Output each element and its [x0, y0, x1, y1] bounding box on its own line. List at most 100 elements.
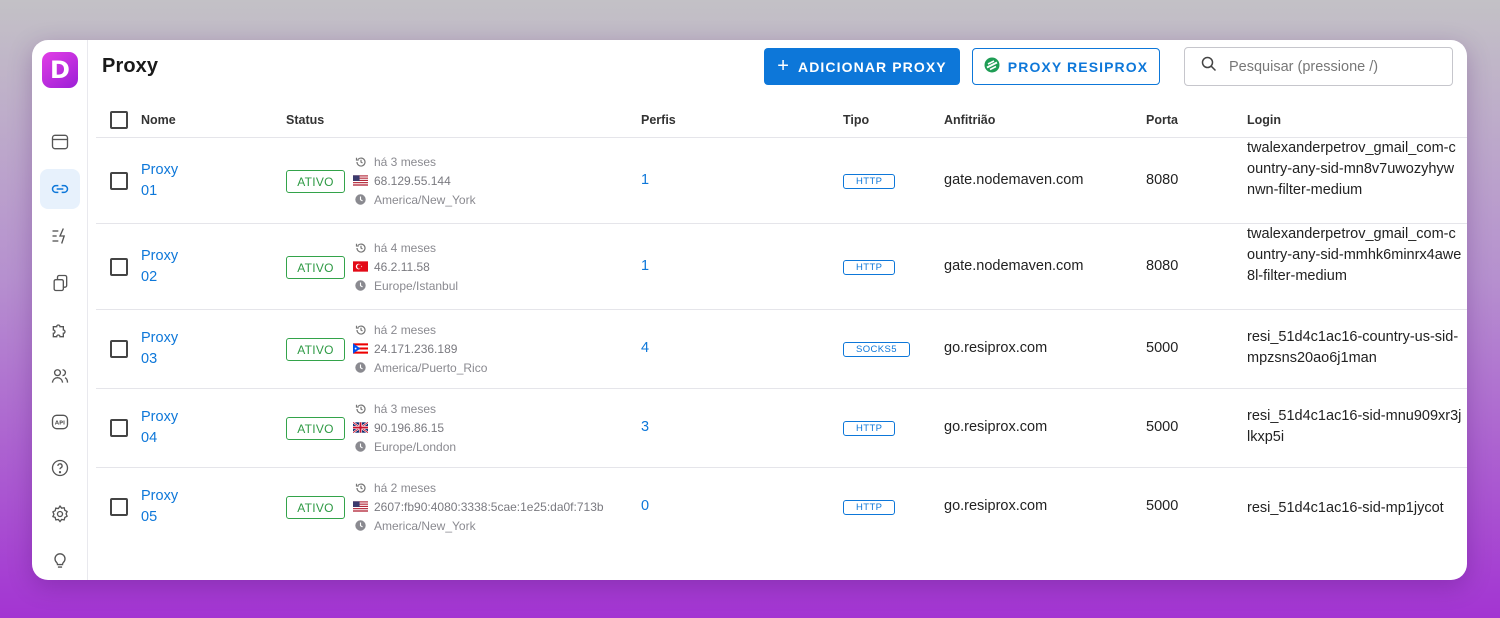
last-check-text: há 2 meses	[374, 322, 437, 337]
proxy-type-badge: SOCKS5	[843, 342, 910, 357]
row-checkbox[interactable]	[110, 258, 128, 276]
flag-us-icon	[353, 175, 368, 186]
search-box[interactable]	[1184, 47, 1453, 86]
login-text: resi_51d4c1ac16-sid-mnu909xr3jlkxp5i	[1247, 408, 1462, 445]
profiles-count-link[interactable]: 4	[641, 340, 649, 356]
clock-icon	[353, 441, 368, 452]
clock-icon	[353, 194, 368, 205]
proxy-name-link[interactable]: Proxy 03	[141, 328, 178, 370]
proxy-name-line2: 03	[141, 351, 158, 367]
proxy-name-link[interactable]: Proxy 01	[141, 160, 178, 202]
port-text: 5000	[1146, 498, 1179, 514]
row-checkbox[interactable]	[110, 172, 128, 190]
select-all-checkbox[interactable]	[110, 111, 128, 129]
status-badge: ATIVO	[286, 417, 345, 440]
host-text: gate.nodemaven.com	[944, 172, 1084, 188]
column-header-profiles[interactable]: Perfis	[641, 113, 676, 127]
app-window: D API Proxy + ADICIONAR PROXY PROXY RESI…	[32, 40, 1467, 580]
profiles-count-link[interactable]: 3	[641, 419, 649, 435]
nav-browser-profiles-icon[interactable]	[40, 122, 80, 162]
column-header-host[interactable]: Anfitrião	[944, 113, 995, 127]
app-logo[interactable]: D	[42, 52, 78, 88]
ip-address: 46.2.11.58	[374, 259, 430, 274]
nav-settings-icon[interactable]	[40, 494, 80, 534]
clock-icon	[353, 520, 368, 531]
proxy-name-line1: Proxy	[141, 409, 179, 425]
proxy-meta: há 3 meses 68.129.55.144 America/New_Yor…	[353, 152, 476, 209]
table-row[interactable]: Proxy 05 ATIVO há 2 meses 2607:fb90:4080…	[96, 468, 1467, 547]
resiprox-logo-icon	[984, 57, 1000, 76]
last-check-text: há 3 meses	[374, 401, 437, 416]
proxy-meta: há 4 meses 46.2.11.58 Europe/Istanbul	[353, 238, 458, 295]
host-text: gate.nodemaven.com	[944, 258, 1084, 274]
proxy-meta: há 2 meses 2607:fb90:4080:3338:5cae:1e25…	[353, 478, 604, 535]
proxy-name-line1: Proxy	[141, 248, 179, 264]
nav-puzzle-icon[interactable]	[40, 310, 80, 350]
clock-icon	[353, 280, 368, 291]
search-input[interactable]	[1229, 58, 1429, 75]
row-checkbox[interactable]	[110, 340, 128, 358]
proxy-resiprox-label: PROXY RESIPROX	[1007, 58, 1149, 75]
proxy-name-line1: Proxy	[141, 488, 179, 504]
proxy-table: Nome Status Perfis Tipo Anfitrião Porta …	[96, 102, 1467, 547]
column-header-status[interactable]: Status	[286, 113, 324, 127]
table-row[interactable]: Proxy 04 ATIVO há 3 meses 90.196.86.15 E…	[96, 389, 1467, 468]
proxy-name-line2: 04	[141, 430, 158, 446]
column-header-type[interactable]: Tipo	[843, 113, 869, 127]
proxy-name-line1: Proxy	[141, 330, 179, 346]
proxy-name-line2: 02	[141, 269, 158, 285]
table-row[interactable]: Proxy 02 ATIVO há 4 meses 46.2.11.58 Eur…	[96, 224, 1467, 310]
proxy-name-link[interactable]: Proxy 02	[141, 246, 178, 288]
login-text: resi_51d4c1ac16-country-us-sid-mpzsns20a…	[1247, 329, 1459, 366]
profiles-count-link[interactable]: 0	[641, 498, 649, 514]
history-icon	[353, 482, 368, 494]
nav-automation-icon[interactable]	[40, 216, 80, 256]
proxy-resiprox-button[interactable]: PROXY RESIPROX	[972, 48, 1160, 85]
history-icon	[353, 403, 368, 415]
proxy-meta: há 3 meses 90.196.86.15 Europe/London	[353, 399, 456, 456]
nav-help-icon[interactable]	[40, 448, 80, 488]
flag-tr-icon	[353, 261, 368, 272]
row-checkbox[interactable]	[110, 498, 128, 516]
host-text: go.resiprox.com	[944, 340, 1048, 356]
nav-copy-icon[interactable]	[40, 263, 80, 303]
proxy-name-link[interactable]: Proxy 04	[141, 407, 178, 449]
plus-icon: +	[777, 54, 791, 77]
add-proxy-button[interactable]: + ADICIONAR PROXY	[764, 48, 960, 85]
nav-lightbulb-icon[interactable]	[40, 540, 80, 580]
proxy-name-line1: Proxy	[141, 162, 179, 178]
profiles-count-link[interactable]: 1	[641, 258, 649, 274]
timezone-text: Europe/London	[374, 439, 457, 454]
nav-users-icon[interactable]	[40, 356, 80, 396]
nav-api-icon[interactable]: API	[40, 402, 80, 442]
port-text: 5000	[1146, 340, 1179, 356]
login-text: twalexanderpetrov_gmail_com-country-any-…	[1247, 140, 1456, 198]
profiles-count-link[interactable]: 1	[641, 172, 649, 188]
proxy-type-badge: HTTP	[843, 260, 896, 275]
clock-icon	[353, 362, 368, 373]
add-proxy-label: ADICIONAR PROXY	[798, 58, 947, 75]
status-badge: ATIVO	[286, 256, 345, 279]
table-row[interactable]: Proxy 03 ATIVO há 2 meses 24.171.236.189…	[96, 310, 1467, 389]
column-header-login[interactable]: Login	[1247, 113, 1281, 127]
status-badge: ATIVO	[286, 170, 345, 193]
proxy-name-link[interactable]: Proxy 05	[141, 486, 178, 528]
ip-address: 90.196.86.15	[374, 420, 445, 435]
proxy-meta: há 2 meses 24.171.236.189 America/Puerto…	[353, 320, 487, 377]
column-header-port[interactable]: Porta	[1146, 113, 1178, 127]
port-text: 8080	[1146, 258, 1179, 274]
table-row[interactable]: Proxy 01 ATIVO há 3 meses 68.129.55.144 …	[96, 138, 1467, 224]
port-text: 5000	[1146, 419, 1179, 435]
row-checkbox[interactable]	[110, 419, 128, 437]
history-icon	[353, 156, 368, 168]
last-check-text: há 4 meses	[374, 240, 437, 255]
port-text: 8080	[1146, 172, 1179, 188]
column-header-name[interactable]: Nome	[141, 113, 176, 127]
nav-link-icon[interactable]	[40, 169, 80, 209]
ip-address: 24.171.236.189	[374, 341, 458, 356]
timezone-text: America/New_York	[374, 518, 476, 533]
search-icon	[1201, 56, 1217, 77]
login-text: resi_51d4c1ac16-sid-mp1jycot	[1247, 500, 1444, 516]
timezone-text: America/New_York	[374, 192, 476, 207]
proxy-type-badge: HTTP	[843, 421, 896, 436]
